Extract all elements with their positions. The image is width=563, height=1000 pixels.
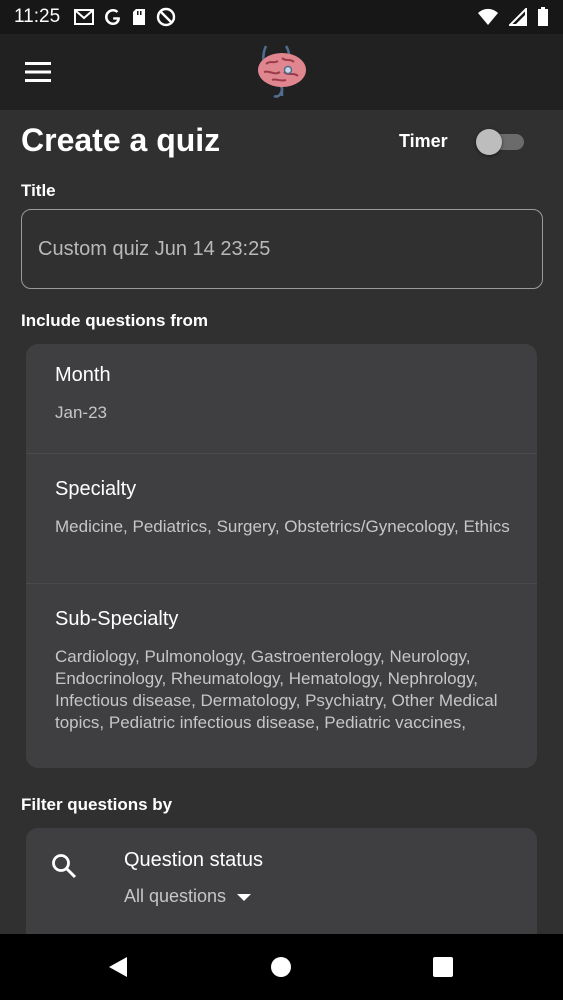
include-item-specialty[interactable]: Specialty Medicine, Pediatrics, Surgery,… (26, 454, 537, 584)
timer-label: Timer (399, 131, 448, 151)
include-item-month[interactable]: Month Jan-23 (26, 344, 537, 454)
title-field-label: Title (21, 181, 56, 200)
include-item-specialty-title: Specialty (55, 478, 137, 500)
wifi-icon (478, 8, 498, 25)
signal-icon (509, 8, 527, 26)
include-item-month-title: Month (55, 364, 111, 386)
question-status-dropdown[interactable]: All questions (124, 886, 252, 907)
page-title: Create a quiz (21, 122, 221, 158)
question-status-value: All questions (124, 886, 227, 906)
include-item-specialty-value: Medicine, Pediatrics, Surgery, Obstetric… (55, 517, 510, 536)
battery-icon (538, 7, 548, 26)
google-icon (105, 9, 121, 25)
include-item-subspecialty[interactable]: Sub-Specialty Cardiology, Pulmonology, G… (26, 584, 537, 768)
home-icon[interactable] (270, 956, 292, 978)
gmail-icon (74, 9, 95, 25)
status-bar: 11:25 (0, 0, 563, 34)
title-field[interactable] (21, 209, 543, 289)
timer-toggle[interactable] (474, 127, 528, 157)
include-item-subspecialty-title: Sub-Specialty (55, 608, 179, 630)
brain-stethoscope-logo (258, 45, 306, 98)
status-time: 11:25 (14, 6, 61, 27)
filter-card: Question status All questions (26, 828, 537, 934)
include-item-month-value: Jan-23 (55, 403, 107, 422)
search-icon (52, 854, 77, 879)
sd-card-icon (133, 9, 146, 25)
app-bar (0, 34, 563, 110)
include-section-label: Include questions from (21, 311, 209, 330)
question-status-title: Question status (124, 849, 263, 871)
timer-toggle-thumb (476, 129, 502, 155)
status-icons-left (74, 7, 176, 27)
content-area: Create a quiz Timer Title Include questi… (0, 110, 563, 934)
navigation-bar (0, 934, 563, 1000)
back-icon[interactable] (106, 955, 130, 979)
do-not-disturb-icon (156, 7, 176, 27)
include-card: Month Jan-23 Specialty Medicine, Pediatr… (26, 344, 537, 768)
status-icons-right (477, 7, 549, 27)
question-status-filter[interactable]: Question status All questions (26, 828, 537, 934)
filter-section-label: Filter questions by (21, 795, 173, 814)
include-item-subspecialty-value: Cardiology, Pulmonology, Gastroenterolog… (55, 647, 498, 732)
hamburger-menu-icon[interactable] (22, 58, 54, 86)
dropdown-arrow-icon (237, 893, 252, 901)
recents-icon[interactable] (433, 957, 453, 977)
